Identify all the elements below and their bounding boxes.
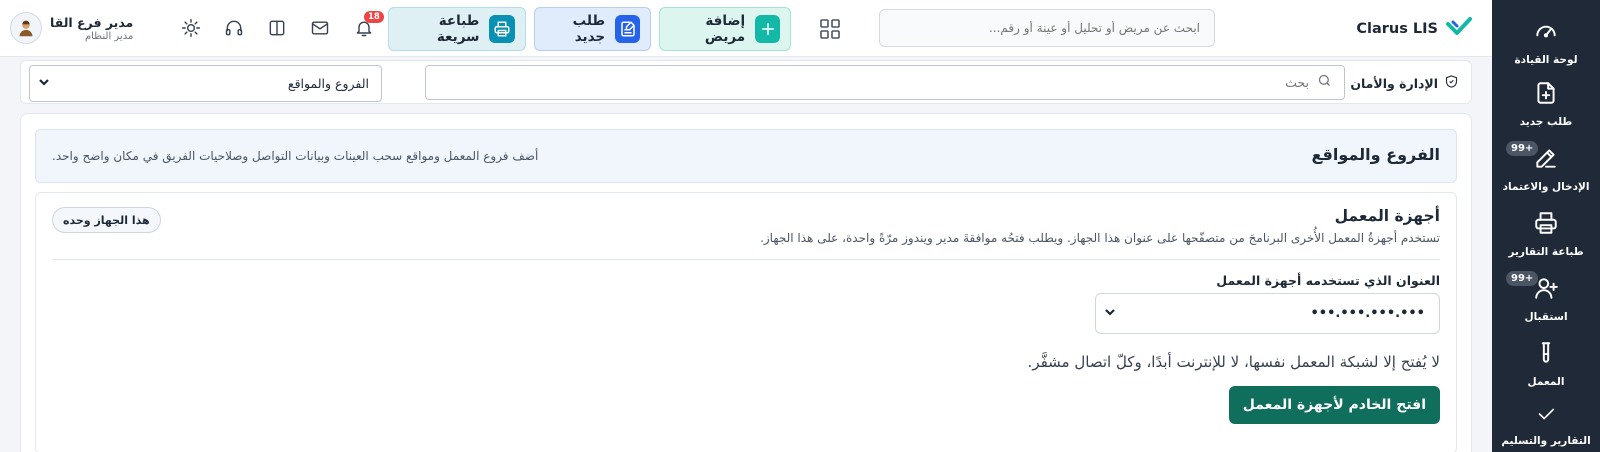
page-intro: الفروع والمواقع أضف فروع المعمل ومواقع س…	[35, 129, 1457, 183]
panel-description: تستخدم أجهزةُ المعمل الأُخرى البرنامجَ م…	[760, 231, 1440, 245]
columns-icon	[267, 20, 287, 42]
selected-page: الفروع والمواقع	[287, 76, 369, 91]
section-title: الإدارة والأمان	[1350, 74, 1459, 92]
sidebar-item-label: المعمل	[1527, 376, 1565, 388]
split-view-button[interactable]	[267, 18, 287, 38]
user-name: مدير فرع القا	[50, 14, 134, 30]
this-device-badge: هذا الجهاز وحده	[52, 207, 161, 233]
brand-name: Clarus LIS	[1356, 21, 1438, 37]
quick-print-button[interactable]: طباعة سريعة	[388, 7, 526, 51]
address-select[interactable]: •••.•••.•••.•••	[1095, 293, 1440, 334]
sidebar-item-new-order[interactable]: طلب جديد	[1492, 80, 1600, 140]
section-title-label: الإدارة والأمان	[1350, 75, 1438, 91]
open-server-button[interactable]: افتح الخادم لأجهزة المعمل	[1228, 386, 1440, 424]
new-order-label: طلب جديد	[572, 13, 606, 45]
sidebar-item-print-reports[interactable]: طباعة التقارير	[1492, 210, 1600, 270]
notifications-badge: 18	[364, 11, 384, 23]
gauge-icon	[1533, 18, 1559, 48]
chevron-down-icon	[38, 76, 50, 91]
settings-page-select[interactable]: الفروع والمواقع	[29, 65, 382, 102]
sidebar-item-label: طلب جديد	[1519, 116, 1573, 128]
file-plus-icon	[1533, 80, 1559, 110]
main-content: الفروع والمواقع أضف فروع المعمل ومواقع س…	[20, 113, 1472, 452]
sidebar-item-reports-delivery[interactable]: التقارير والتسليم	[1492, 403, 1600, 452]
global-search[interactable]	[879, 9, 1215, 47]
test-tube-icon	[1533, 340, 1559, 370]
count-badge: 99+	[1506, 271, 1539, 286]
add-patient-button[interactable]: إضافة مريض	[659, 7, 791, 51]
sidebar-item-label: استقبال	[1524, 311, 1568, 323]
address-value: •••.•••.•••.•••	[1310, 306, 1425, 321]
address-label: العنوان الذي تستخدمه أجهزة المعمل	[1216, 273, 1440, 288]
panel-title: أجهزة المعمل	[1334, 207, 1440, 225]
user-menu[interactable]: مدير فرع القا مدير النظام	[10, 12, 133, 44]
logo-check-icon	[1446, 17, 1472, 41]
sidebar-item-label: الإدخال والاعتماد	[1502, 181, 1590, 193]
sidebar-item-entry-approval[interactable]: 99+ الإدخال والاعتماد	[1492, 141, 1600, 205]
settings-search[interactable]	[425, 65, 1345, 100]
sidebar-item-label: لوحة القيادة	[1514, 54, 1578, 66]
new-order-button[interactable]: طلب جديد	[534, 7, 651, 51]
bell-icon	[354, 21, 374, 42]
theme-toggle-button[interactable]	[181, 18, 201, 38]
sidebar: لوحة القيادة طلب جديد 99+ الإدخال والاعت…	[1492, 0, 1600, 452]
user-role: مدير النظام	[84, 30, 134, 42]
page-filter-bar: الإدارة والأمان الفروع والمواقع	[20, 60, 1472, 104]
chevron-down-icon	[1104, 306, 1116, 322]
page-description: أضف فروع المعمل ومواقع سحب العينات وبيان…	[52, 149, 539, 163]
apps-grid-icon[interactable]	[819, 18, 841, 40]
global-search-input[interactable]	[880, 21, 1200, 35]
support-button[interactable]	[224, 18, 244, 38]
printer-icon	[1533, 210, 1559, 240]
headset-icon	[224, 20, 244, 42]
brand-logo[interactable]: Clarus LIS	[1356, 17, 1472, 41]
mail-icon	[310, 21, 330, 42]
sidebar-item-dashboard[interactable]: لوحة القيادة	[1492, 18, 1600, 78]
search-icon	[1317, 73, 1332, 92]
user-info: مدير فرع القا مدير النظام	[50, 15, 133, 42]
quick-print-label: طباعة سريعة	[436, 13, 480, 45]
printer-icon	[489, 15, 515, 43]
plus-icon	[755, 15, 780, 43]
count-badge: 99+	[1506, 141, 1539, 156]
top-header: Clarus LIS إضافة مريض طلب جديد طباعة سري…	[0, 0, 1492, 57]
lab-devices-panel: أجهزة المعمل تستخدم أجهزةُ المعمل الأُخر…	[35, 192, 1457, 452]
order-icon	[615, 15, 640, 43]
sidebar-item-label: التقارير والتسليم	[1501, 435, 1591, 447]
divider	[52, 259, 1440, 260]
sidebar-item-reception[interactable]: 99+ استقبال	[1492, 271, 1600, 335]
page-title: الفروع والمواقع	[1311, 145, 1441, 164]
check-icon	[1535, 403, 1557, 429]
notifications-button[interactable]: 18	[354, 11, 384, 38]
sidebar-item-label: طباعة التقارير	[1508, 246, 1584, 258]
add-patient-label: إضافة مريض	[704, 13, 746, 45]
avatar	[10, 12, 42, 44]
security-note: لا يُفتح إلا لشبكة المعمل نفسها، لا للإن…	[1027, 353, 1440, 371]
sidebar-item-lab[interactable]: المعمل	[1492, 340, 1600, 400]
sun-icon	[181, 18, 201, 42]
settings-search-input[interactable]	[426, 75, 1309, 90]
mail-button[interactable]	[310, 18, 330, 38]
shield-icon	[1444, 74, 1459, 92]
